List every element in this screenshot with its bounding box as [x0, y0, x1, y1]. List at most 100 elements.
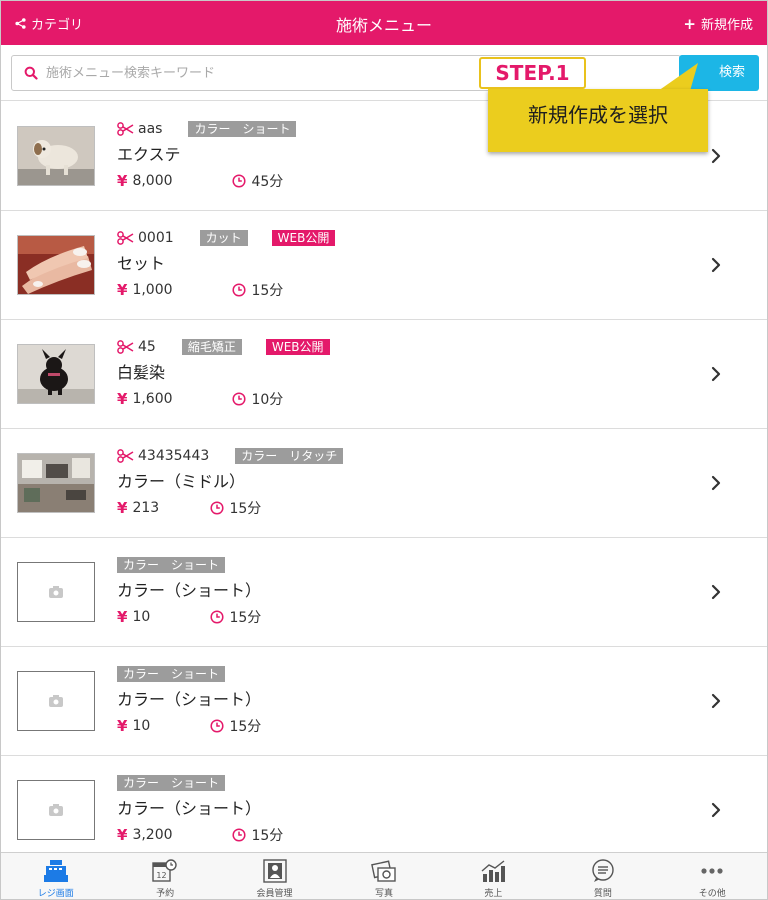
menu-duration-value: 15分	[251, 828, 284, 844]
step-badge: STEP.1	[479, 57, 586, 89]
more-icon	[701, 868, 723, 874]
chevron-right-icon	[711, 366, 721, 382]
tab-calendar[interactable]: 12 予約	[110, 853, 219, 899]
thumbnail-image	[17, 453, 95, 513]
menu-info: カラー ショートカラー（ショート） ¥3,200 15分	[117, 774, 283, 845]
new-create-label: 新規作成	[700, 18, 753, 33]
tab-label: その他	[698, 889, 726, 899]
callout-box: 新規作成を選択	[488, 89, 708, 152]
menu-info: カラー ショート カラー（ショート） ¥10 15分	[117, 556, 261, 627]
menu-meta: 45 縮毛矯正 WEB公開	[117, 338, 354, 356]
tab-bar: レジ画面 12 予約 会員管理 写真 売上 質問 その他	[1, 852, 767, 899]
menu-name: セット	[117, 254, 166, 273]
menu-meta: カラー ショート	[117, 556, 261, 574]
tab-sales-chart[interactable]: 売上	[439, 853, 548, 899]
thumbnail-image	[17, 126, 95, 186]
category-tag: カラー ショート	[188, 121, 297, 137]
menu-duration: 15分	[210, 498, 261, 518]
menu-duration-value: 45分	[251, 174, 284, 190]
chevron-right-icon	[711, 802, 721, 818]
scissors-icon	[117, 449, 134, 463]
tab-chat[interactable]: 質問	[548, 853, 657, 899]
tab-register[interactable]: レジ画面	[1, 853, 110, 899]
tab-label: レジ画面	[37, 889, 74, 899]
menu-name: カラー（ショート）	[117, 581, 262, 600]
menu-duration: 15分	[210, 607, 261, 627]
clock-icon	[210, 719, 224, 733]
menu-row[interactable]: 45 縮毛矯正 WEB公開 白髪染 ¥1,600 10分	[1, 320, 767, 429]
camera-icon	[371, 860, 396, 882]
scissors-icon	[117, 340, 134, 354]
menu-code: 43435443	[138, 448, 210, 464]
menu-meta: aas カラー ショート	[117, 120, 320, 138]
calendar-icon: 12	[152, 859, 177, 882]
menu-name: エクステ	[117, 145, 181, 164]
tab-more[interactable]: その他	[658, 853, 767, 899]
chat-icon	[592, 859, 614, 882]
camera-placeholder-icon	[49, 695, 63, 707]
menu-meta: 0001 カット WEB公開	[117, 229, 359, 247]
menu-duration-value: 15分	[229, 501, 262, 517]
clock-icon	[232, 283, 246, 297]
category-tag: カラー リタッチ	[235, 448, 344, 464]
thumbnail-placeholder	[17, 780, 95, 840]
menu-duration: 15分	[210, 716, 261, 736]
menu-info: 0001 カット WEB公開セット ¥1,000 15分	[117, 229, 359, 300]
tab-member[interactable]: 会員管理	[220, 853, 329, 899]
menu-duration-value: 15分	[229, 719, 262, 735]
menu-name: カラー（ショート）	[117, 799, 262, 818]
menu-price: 10	[132, 609, 151, 625]
menu-duration: 10分	[232, 389, 283, 409]
menu-info: 43435443 カラー リタッチ カラー（ミドル） ¥213 15分	[117, 447, 367, 518]
yen-symbol: ¥	[117, 281, 128, 299]
menu-duration-value: 15分	[251, 283, 284, 299]
tab-camera[interactable]: 写真	[329, 853, 438, 899]
camera-placeholder-icon	[49, 804, 63, 816]
menu-row[interactable]: カラー ショート カラー（ショート） ¥10 15分	[1, 538, 767, 647]
menu-price: 1,600	[132, 391, 173, 407]
menu-price-duration: ¥3,200 15分	[117, 825, 283, 845]
menu-row[interactable]: 0001 カット WEB公開セット ¥1,000 15分	[1, 211, 767, 320]
menu-price-duration: ¥1,000 15分	[117, 280, 359, 300]
scissors-icon	[117, 231, 134, 245]
menu-price: 1,000	[132, 282, 173, 298]
menu-row[interactable]: カラー ショート カラー（ショート） ¥10 15分	[1, 647, 767, 756]
tab-label: 売上	[484, 889, 503, 899]
yen-symbol: ¥	[117, 390, 128, 408]
search-icon	[24, 66, 38, 80]
clock-icon	[232, 392, 246, 406]
clock-icon	[210, 501, 224, 515]
web-public-badge: WEB公開	[271, 230, 336, 246]
category-tag: カラー ショート	[117, 775, 226, 791]
app-frame: カテゴリ 施術メニュー + 新規作成 検索 aasカラー ショートエクステ¥8,…	[0, 0, 768, 900]
clock-icon	[232, 174, 246, 188]
menu-meta: カラー ショート	[117, 665, 261, 683]
category-tag: カット	[199, 230, 248, 246]
tab-label: 会員管理	[256, 889, 293, 899]
menu-name: カラー（ミドル）	[117, 472, 246, 491]
chevron-right-icon	[711, 584, 721, 600]
yen-symbol: ¥	[117, 608, 128, 626]
chevron-right-icon	[711, 257, 721, 273]
menu-price-duration: ¥10 15分	[117, 607, 261, 627]
member-icon	[262, 859, 287, 883]
register-icon	[43, 860, 68, 882]
yen-symbol: ¥	[117, 499, 128, 517]
yen-symbol: ¥	[117, 172, 128, 190]
nav-header: カテゴリ 施術メニュー + 新規作成	[1, 1, 767, 45]
menu-list: aas カラー ショート エクステ ¥8,000 45分 0001 カット WEB公開セット ¥…	[1, 102, 767, 865]
menu-row[interactable]: 43435443 カラー リタッチ カラー（ミドル） ¥213 15分	[1, 429, 767, 538]
menu-row[interactable]: カラー ショートカラー（ショート） ¥3,200 15分	[1, 756, 767, 865]
menu-price-duration: ¥10 15分	[117, 716, 261, 736]
menu-price-duration: ¥8,000 45分	[117, 171, 320, 191]
new-create-button[interactable]: + 新規作成	[683, 14, 753, 33]
tab-label: 予約	[156, 889, 175, 899]
menu-code: 0001	[138, 230, 174, 246]
sales-chart-icon	[481, 860, 506, 882]
scissors-icon	[117, 122, 134, 136]
yen-symbol: ¥	[117, 826, 128, 844]
tab-label: 写真	[374, 889, 393, 899]
category-tag: 縮毛矯正	[181, 339, 242, 355]
thumbnail-image	[17, 235, 95, 295]
menu-price: 8,000	[132, 173, 173, 189]
